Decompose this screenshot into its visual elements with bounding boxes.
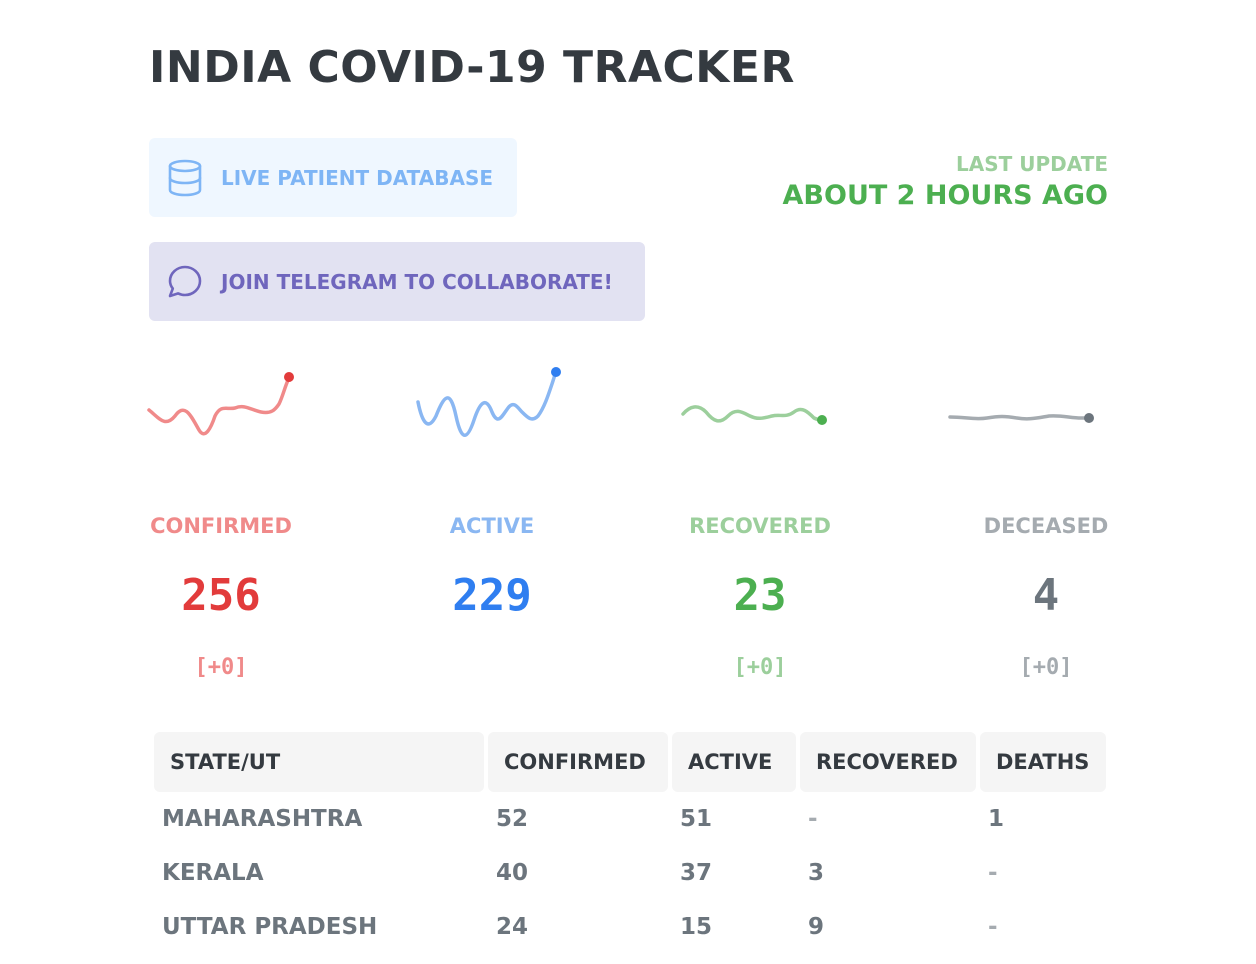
cell-state: KERALA xyxy=(162,860,264,886)
cell-deaths: 1 xyxy=(988,806,1005,832)
last-update-value: ABOUT 2 HOURS AGO xyxy=(782,180,1108,211)
table-row[interactable]: UTTAR PRADESH 24 15 9 - xyxy=(154,900,1106,954)
stat-deceased-value: 4 xyxy=(1032,570,1060,621)
stat-recovered: RECOVERED 23 [+0] xyxy=(630,514,890,685)
cell-active: 37 xyxy=(680,860,713,886)
cell-recovered: 3 xyxy=(808,860,825,886)
stat-confirmed-value: 256 xyxy=(181,570,261,621)
stat-active: ACTIVE 229 xyxy=(362,514,622,685)
header-state-ut[interactable]: STATE/UT xyxy=(154,732,484,792)
stat-active-delta xyxy=(362,655,622,685)
header-deaths[interactable]: DEATHS xyxy=(980,732,1106,792)
table-row[interactable]: KERALA 40 37 3 - xyxy=(154,846,1106,900)
stat-deceased-delta: [+0] xyxy=(1019,655,1073,680)
last-update: LAST UPDATE ABOUT 2 HOURS AGO xyxy=(783,152,1108,211)
stat-recovered-delta: [+0] xyxy=(733,655,787,680)
header-confirmed[interactable]: CONFIRMED xyxy=(488,732,668,792)
page-title: INDIA COVID-19 TRACKER xyxy=(149,42,795,93)
table-header-row: STATE/UT CONFIRMED ACTIVE RECOVERED DEAT… xyxy=(154,732,1106,792)
cell-confirmed: 40 xyxy=(496,860,529,886)
stat-confirmed-label: CONFIRMED xyxy=(150,514,292,538)
stat-deceased-label: DECEASED xyxy=(983,514,1109,538)
recovered-sparkline-dot xyxy=(817,415,827,425)
active-sparkline-dot xyxy=(551,367,561,377)
cell-active: 15 xyxy=(680,914,713,940)
confirmed-sparkline xyxy=(147,372,294,436)
cell-state: MAHARASHTRA xyxy=(162,806,363,832)
live-patient-database-button[interactable]: LIVE PATIENT DATABASE xyxy=(149,138,517,217)
state-table: STATE/UT CONFIRMED ACTIVE RECOVERED DEAT… xyxy=(150,732,1110,954)
table-row[interactable]: MAHARASHTRA 52 51 - 1 xyxy=(154,792,1106,846)
deceased-sparkline xyxy=(948,413,1094,423)
header-active[interactable]: ACTIVE xyxy=(672,732,796,792)
join-telegram-button[interactable]: JOIN TELEGRAM TO COLLABORATE! xyxy=(149,242,645,321)
header-recovered[interactable]: RECOVERED xyxy=(800,732,976,792)
message-circle-icon xyxy=(167,264,203,300)
stat-deceased: DECEASED 4 [+0] xyxy=(916,514,1176,685)
cell-recovered: 9 xyxy=(808,914,825,940)
stat-confirmed: CONFIRMED 256 [+0] xyxy=(91,514,351,685)
cell-recovered: - xyxy=(808,806,818,832)
cell-active: 51 xyxy=(680,806,713,832)
last-update-label: LAST UPDATE xyxy=(956,152,1108,176)
join-telegram-label: JOIN TELEGRAM TO COLLABORATE! xyxy=(221,269,613,294)
cell-confirmed: 24 xyxy=(496,914,529,940)
active-sparkline xyxy=(416,367,561,437)
cell-state: UTTAR PRADESH xyxy=(162,914,378,940)
database-icon xyxy=(167,159,203,196)
cell-deaths: - xyxy=(988,914,998,940)
stat-confirmed-delta: [+0] xyxy=(194,655,248,680)
cell-confirmed: 52 xyxy=(496,806,529,832)
stat-active-label: ACTIVE xyxy=(449,514,535,538)
live-patient-database-label: LIVE PATIENT DATABASE xyxy=(221,165,494,190)
stat-recovered-value: 23 xyxy=(733,570,787,621)
stat-active-value: 229 xyxy=(452,570,532,621)
confirmed-sparkline-dot xyxy=(284,372,294,382)
deceased-sparkline-dot xyxy=(1084,413,1094,423)
stat-recovered-label: RECOVERED xyxy=(689,514,831,538)
recovered-sparkline xyxy=(681,405,827,425)
cell-deaths: - xyxy=(988,860,998,886)
